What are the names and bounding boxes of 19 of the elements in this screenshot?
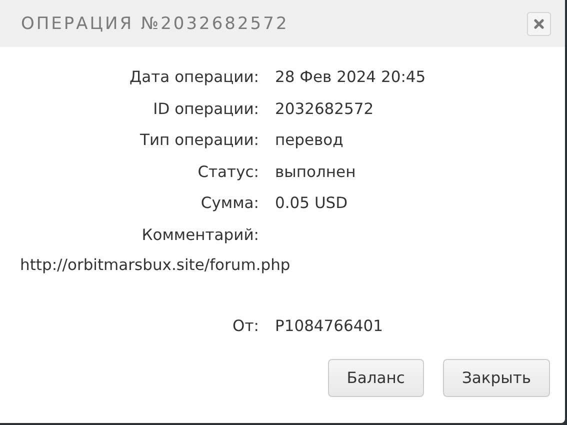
field-value: выполнен — [275, 162, 357, 182]
field-label: От: — [232, 316, 259, 337]
field-label: Тип операции: — [138, 130, 259, 151]
close-button[interactable] — [527, 12, 551, 36]
field-value: 28 Фев 2024 20:45 — [275, 67, 427, 88]
comment-text: http://orbitmarsbux.site/forum.php — [20, 255, 292, 276]
dialog-button[interactable]: Закрыть — [442, 358, 550, 396]
field-label: ID операции: — [152, 98, 259, 120]
field-value: 0.05 USD — [275, 193, 349, 214]
field-label: Комментарий: — [140, 224, 259, 246]
field-value: P1084766401 — [275, 316, 384, 337]
window-title: ОПЕРАЦИЯ №2032682572 — [21, 14, 289, 34]
field-label: Сумма: — [200, 193, 259, 214]
field-label: Дата операции: — [128, 67, 259, 88]
close-icon — [534, 18, 544, 28]
field-value: перевод — [275, 130, 344, 151]
field-label: Статус: — [196, 162, 259, 182]
dialog-button[interactable]: Баланс — [328, 358, 424, 396]
field-value: 2032682572 — [275, 98, 375, 120]
